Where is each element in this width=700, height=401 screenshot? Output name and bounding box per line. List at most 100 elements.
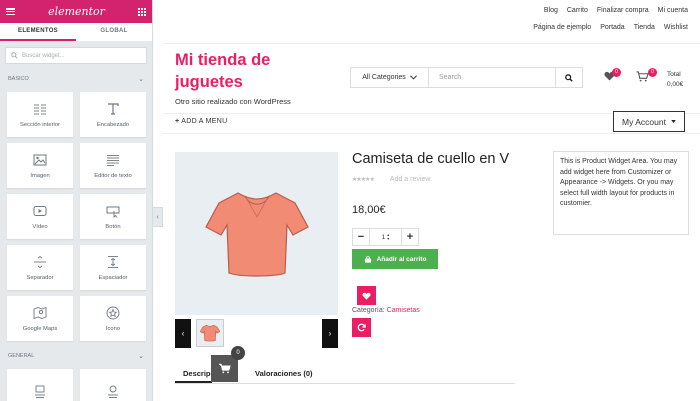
map-icon: [33, 306, 47, 319]
link-pagina-ejemplo[interactable]: Página de ejemplo: [533, 21, 591, 35]
chevron-down-icon: [409, 75, 417, 80]
refresh-icon: [357, 323, 366, 332]
site-description: Otro sitio realizado con WordPress: [175, 97, 291, 106]
top-links-row-2: Página de ejemplo Portada Tienda Wishlis…: [488, 21, 688, 35]
widget-image-box[interactable]: [7, 369, 73, 401]
heading-icon: [108, 102, 119, 115]
widget-heading[interactable]: Encabezado: [80, 92, 146, 137]
menu-icon[interactable]: [6, 8, 15, 15]
add-menu-label: ADD A MENU: [181, 118, 228, 125]
cart-button[interactable]: 0: [636, 68, 657, 84]
divider: [163, 133, 700, 134]
product-thumbnails: ‹ ›: [175, 319, 338, 348]
tab-reviews[interactable]: Valoraciones (0): [255, 369, 313, 378]
heart-icon: [362, 292, 371, 300]
add-to-wishlist-button[interactable]: [357, 286, 376, 305]
category-select[interactable]: All Categories: [351, 68, 429, 87]
widget-label: Sección interior: [20, 121, 60, 128]
section-basic-header[interactable]: BÁSICO ⌄: [0, 70, 152, 88]
search-icon: [565, 73, 573, 82]
link-carrito[interactable]: Carrito: [567, 4, 588, 18]
quantity-value: 1: [381, 233, 386, 241]
elementor-panel: elementor ELEMENTOS GLOBAL Buscar widget…: [0, 0, 153, 401]
widget-label: Editor de texto: [94, 172, 132, 179]
next-image-arrow[interactable]: ›: [322, 319, 338, 348]
prev-image-arrow[interactable]: ‹: [175, 319, 191, 348]
search-icon: [11, 52, 18, 59]
my-account-label: My Account: [622, 116, 666, 127]
product-category: Categoría: Camisetas: [352, 307, 420, 314]
button-icon: [106, 206, 120, 218]
search-button[interactable]: [555, 68, 582, 87]
widget-label: Botón: [105, 223, 121, 230]
category-link[interactable]: Camisetas: [387, 307, 420, 314]
columns-icon: [34, 104, 46, 114]
widget-button[interactable]: Botón: [80, 194, 146, 239]
link-tienda[interactable]: Tienda: [634, 21, 655, 35]
category-select-value: All Categories: [362, 74, 406, 81]
panel-header: elementor: [0, 0, 152, 23]
widget-search-input[interactable]: Buscar widget...: [5, 47, 147, 64]
widget-label: Google Maps: [22, 325, 58, 332]
text-editor-icon: [107, 154, 119, 166]
my-account-dropdown[interactable]: My Account: [613, 111, 685, 132]
widget-label: Icono: [105, 325, 121, 332]
product-thumbnail[interactable]: [196, 319, 224, 347]
link-portada[interactable]: Portada: [600, 21, 625, 35]
widget-divider[interactable]: Separador: [7, 245, 73, 290]
link-blog[interactable]: Blog: [544, 4, 558, 18]
search-input[interactable]: Search: [429, 74, 555, 81]
cart-total: Total 0,00€: [667, 70, 683, 90]
widget-google-maps[interactable]: Google Maps: [7, 296, 73, 341]
wishlist-button[interactable]: 0: [604, 68, 621, 83]
section-general-header[interactable]: GENERAL ⌄: [0, 347, 152, 365]
site-preview: Blog Carrito Finalizar compra Mi cuenta …: [163, 0, 700, 401]
top-navigation: Blog Carrito Finalizar compra Mi cuenta …: [488, 4, 688, 35]
video-icon: [33, 205, 47, 216]
spacer-icon: [108, 255, 118, 268]
general-widgets-grid: [0, 365, 152, 401]
widget-label: Espaciador: [98, 274, 128, 281]
site-title[interactable]: Mi tienda de juguetes: [175, 49, 305, 93]
add-to-cart-button[interactable]: Añadir al carrito: [352, 249, 438, 269]
star-icon: [106, 306, 120, 319]
tab-global[interactable]: GLOBAL: [76, 23, 152, 41]
add-menu-link[interactable]: + ADD A MENU: [175, 118, 227, 125]
link-mi-cuenta[interactable]: Mi cuenta: [658, 4, 688, 18]
plus-icon: +: [175, 118, 180, 125]
product-rating: ★★★★★ Add a review.: [352, 176, 432, 183]
search-placeholder: Buscar widget...: [22, 52, 65, 59]
elementor-logo: elementor: [48, 5, 105, 18]
product-title: Camiseta de cuello en V: [352, 151, 510, 167]
widget-icon[interactable]: Icono: [80, 296, 146, 341]
widget-image[interactable]: Imagen: [7, 143, 73, 188]
decrease-quantity-button[interactable]: −: [352, 228, 370, 246]
product-price: 18,00€: [352, 204, 386, 216]
quantity-input[interactable]: 1 ▴ ▾: [370, 228, 401, 246]
product-search: All Categories Search: [350, 67, 583, 88]
tab-elements[interactable]: ELEMENTOS: [0, 23, 76, 41]
widget-text-editor[interactable]: Editor de texto: [80, 143, 146, 188]
rating-stars-icon: ★★★★★: [352, 177, 375, 183]
widget-spacer[interactable]: Espaciador: [80, 245, 146, 290]
widget-icon-box[interactable]: [80, 369, 146, 401]
collapse-panel-toggle[interactable]: ‹: [153, 207, 163, 227]
add-review-link[interactable]: Add a review.: [390, 176, 432, 183]
tshirt-image: [204, 191, 309, 277]
widgets-grid-icon[interactable]: [138, 7, 146, 16]
divider-icon: [34, 255, 46, 268]
link-finalizar-compra[interactable]: Finalizar compra: [597, 4, 649, 18]
compare-button[interactable]: [352, 318, 371, 337]
increase-quantity-button[interactable]: +: [401, 228, 419, 246]
widget-video[interactable]: Vídeo: [7, 194, 73, 239]
chevron-down-icon: ⌄: [138, 353, 144, 360]
cart-count-badge: 0: [648, 68, 657, 77]
widget-label: Vídeo: [32, 223, 48, 230]
category-label: Categoría:: [352, 307, 385, 314]
chevron-down-icon: ⌄: [138, 76, 144, 83]
link-wishlist[interactable]: Wishlist: [664, 21, 688, 35]
product-image[interactable]: [175, 152, 338, 315]
caret-down-icon: [671, 120, 676, 123]
basic-widgets-grid: Sección interior Encabezado Imagen Edito…: [0, 88, 152, 345]
widget-inner-section[interactable]: Sección interior: [7, 92, 73, 137]
